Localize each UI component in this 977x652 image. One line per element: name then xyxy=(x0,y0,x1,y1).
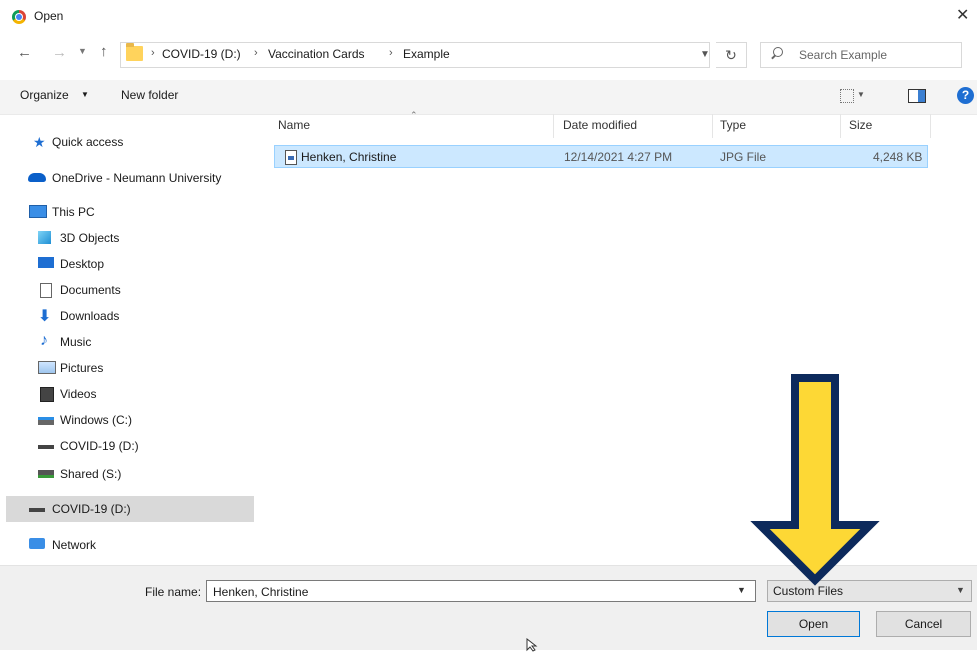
star-icon: ★ xyxy=(33,134,46,150)
nav-item-downloads[interactable]: ⬇ Downloads xyxy=(0,304,258,328)
column-header-name[interactable]: Name xyxy=(278,118,310,132)
column-divider[interactable] xyxy=(840,114,841,138)
file-name-value: Henken, Christine xyxy=(213,585,309,599)
title-bar: Open ✕ xyxy=(0,0,977,34)
breadcrumb-separator: › xyxy=(254,47,258,59)
column-header-size[interactable]: Size xyxy=(849,118,872,132)
command-toolbar: Organize ▼ New folder ▼ ? xyxy=(0,80,977,115)
file-name: Henken, Christine xyxy=(301,150,397,164)
breadcrumb-separator: › xyxy=(389,47,393,59)
chrome-app-icon xyxy=(12,10,26,24)
nav-item-quick-access[interactable]: ★ Quick access xyxy=(0,130,258,154)
file-row[interactable]: Henken, Christine 12/14/2021 4:27 PM JPG… xyxy=(274,145,928,168)
download-arrow-icon: ⬇ xyxy=(38,308,52,325)
network-drive-icon xyxy=(38,470,54,478)
file-name-input[interactable]: Henken, Christine ▼ xyxy=(206,580,756,602)
nav-item-covid-d[interactable]: COVID-19 (D:) xyxy=(0,434,258,458)
nav-item-network[interactable]: Network xyxy=(0,533,258,557)
breadcrumb-separator: › xyxy=(151,47,155,59)
nav-item-videos[interactable]: Videos xyxy=(0,382,258,406)
column-divider[interactable] xyxy=(930,114,931,138)
address-bar[interactable]: › COVID-19 (D:) › Vaccination Cards › Ex… xyxy=(120,42,710,68)
cloud-icon xyxy=(28,173,46,182)
monitor-icon xyxy=(29,205,47,218)
search-icon xyxy=(773,47,783,57)
file-type: JPG File xyxy=(720,150,767,164)
network-icon xyxy=(29,538,45,549)
desktop-icon xyxy=(38,257,54,268)
arrow-shape xyxy=(750,374,880,586)
nav-item-3d-objects[interactable]: 3D Objects xyxy=(0,226,258,250)
nav-item-windows-c[interactable]: Windows (C:) xyxy=(0,408,258,432)
new-folder-button[interactable]: New folder xyxy=(121,88,178,102)
search-placeholder: Search Example xyxy=(799,48,888,62)
help-icon[interactable]: ? xyxy=(957,87,974,104)
drive-icon xyxy=(29,508,45,512)
nav-item-pictures[interactable]: Pictures xyxy=(0,356,258,380)
file-date-modified: 12/14/2021 4:27 PM xyxy=(564,150,673,164)
film-icon xyxy=(40,387,54,402)
recent-locations-chevron-icon[interactable]: ▼ xyxy=(78,46,87,56)
nav-item-documents[interactable]: Documents xyxy=(0,278,258,302)
nav-item-covid-d-selected[interactable]: COVID-19 (D:) xyxy=(0,497,258,521)
file-name-label: File name: xyxy=(145,585,202,599)
forward-arrow-icon[interactable]: → xyxy=(52,44,67,61)
folder-icon xyxy=(126,43,143,61)
column-header-type[interactable]: Type xyxy=(720,118,746,132)
drive-icon xyxy=(38,445,54,449)
yellow-down-arrow-annotation xyxy=(750,374,880,586)
preview-pane-icon[interactable] xyxy=(908,89,926,103)
cube-icon xyxy=(38,231,51,244)
nav-item-desktop[interactable]: Desktop xyxy=(0,252,258,276)
file-size: 4,248 KB xyxy=(873,150,923,164)
open-button[interactable]: Open xyxy=(767,611,860,637)
nav-item-this-pc[interactable]: This PC xyxy=(0,200,258,224)
window-title: Open xyxy=(34,9,64,23)
up-arrow-icon[interactable]: ↑ xyxy=(100,43,108,60)
column-header-date-modified[interactable]: Date modified xyxy=(563,118,637,132)
music-note-icon: ♪ xyxy=(40,332,48,349)
cancel-button[interactable]: Cancel xyxy=(876,611,971,637)
sort-ascending-icon: ⌃ xyxy=(410,110,418,120)
view-options-icon[interactable] xyxy=(840,89,854,103)
close-icon[interactable]: ✕ xyxy=(956,5,969,25)
search-input[interactable]: Search Example xyxy=(760,42,962,68)
nav-item-onedrive[interactable]: OneDrive - Neumann University xyxy=(0,166,258,190)
mouse-cursor-icon xyxy=(526,638,538,652)
chevron-down-icon[interactable]: ▼ xyxy=(694,42,716,68)
nav-item-music[interactable]: ♪ Music xyxy=(0,330,258,354)
document-icon xyxy=(40,283,52,298)
breadcrumb-covid-drive[interactable]: COVID-19 (D:) xyxy=(162,47,241,61)
refresh-icon[interactable]: ↻ xyxy=(716,42,747,68)
column-divider[interactable] xyxy=(553,114,554,138)
back-arrow-icon[interactable]: ← xyxy=(17,44,32,61)
chevron-down-icon[interactable]: ▼ xyxy=(956,585,965,595)
jpg-file-icon xyxy=(285,150,297,165)
organize-button[interactable]: Organize xyxy=(20,88,69,102)
breadcrumb-example[interactable]: Example xyxy=(403,47,450,61)
breadcrumb-vaccination-cards[interactable]: Vaccination Cards xyxy=(268,47,365,61)
picture-icon xyxy=(38,361,56,374)
windows-drive-icon xyxy=(38,417,54,425)
chevron-down-icon[interactable]: ▼ xyxy=(857,90,865,99)
nav-item-shared-s[interactable]: Shared (S:) xyxy=(0,462,258,486)
chevron-down-icon[interactable]: ▼ xyxy=(81,90,89,99)
column-divider[interactable] xyxy=(712,114,713,138)
